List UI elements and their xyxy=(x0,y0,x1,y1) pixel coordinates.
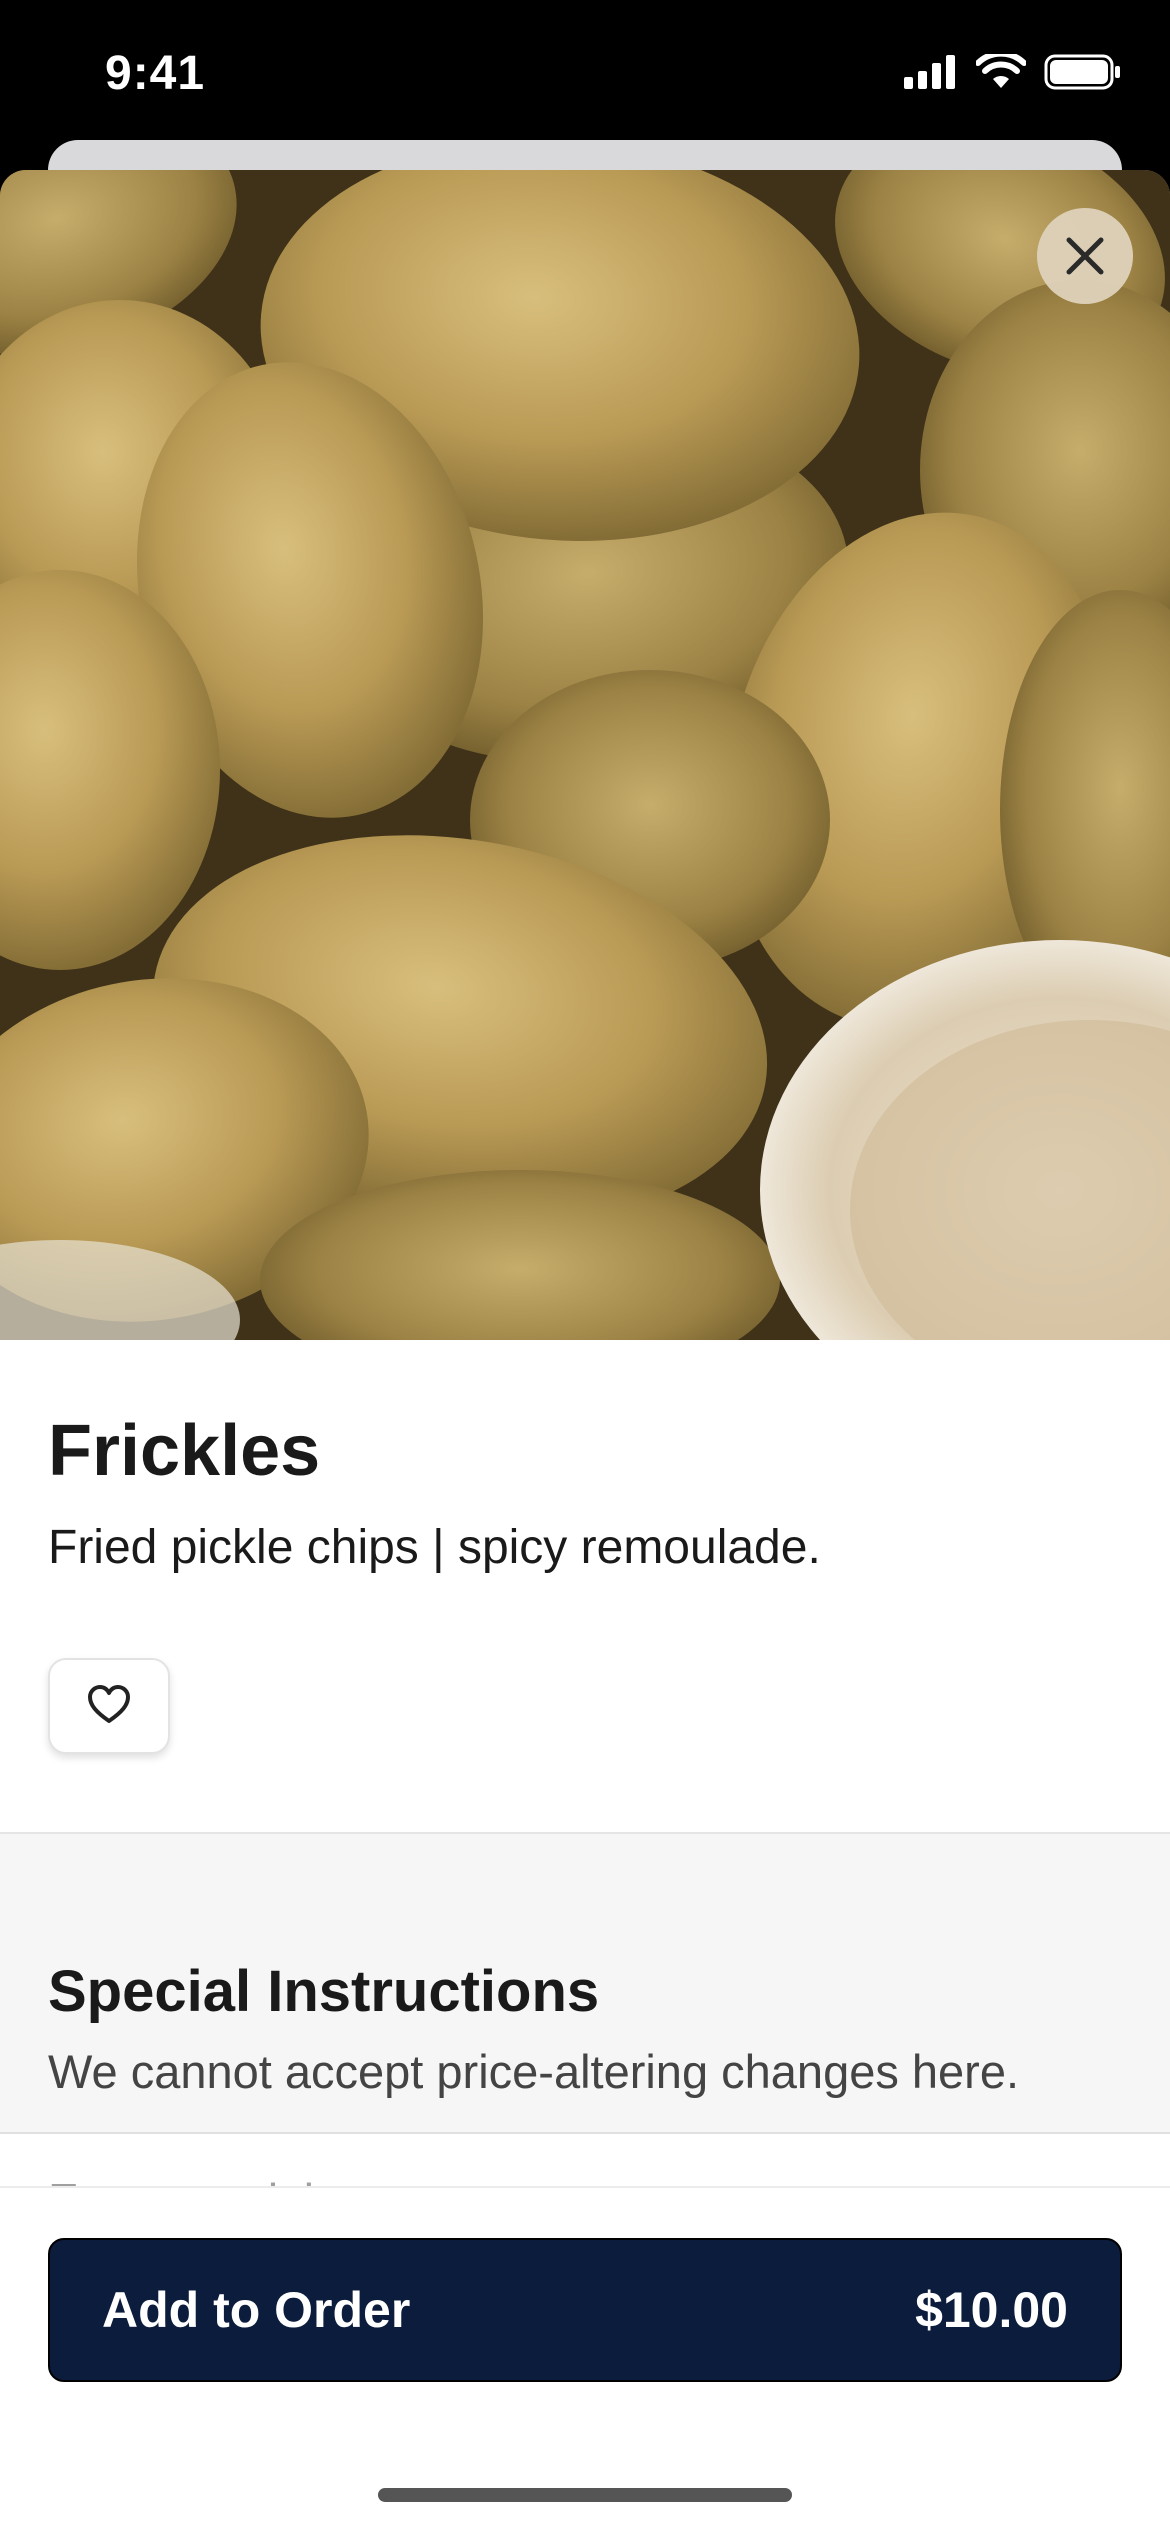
status-icons xyxy=(904,50,1122,95)
bottom-action-bar: Add to Order $10.00 xyxy=(0,2186,1170,2532)
favorite-button[interactable] xyxy=(48,1658,170,1754)
heart-icon xyxy=(86,1683,132,1730)
special-instructions-section: Special Instructions We cannot accept pr… xyxy=(0,1834,1170,2132)
status-time: 9:41 xyxy=(105,47,206,100)
status-bar: 9:41 xyxy=(0,0,1170,150)
wifi-icon xyxy=(975,50,1027,95)
close-icon xyxy=(1064,235,1106,277)
cellular-signal-icon xyxy=(904,55,958,94)
add-to-order-label: Add to Order xyxy=(102,2282,411,2338)
item-name: Frickles xyxy=(48,1411,321,1491)
item-info: Frickles Fried pickle chips | spicy remo… xyxy=(0,1340,1170,1836)
item-photo xyxy=(0,170,1170,1340)
item-description: Fried pickle chips | spicy remoulade. xyxy=(48,1521,821,1574)
section-divider xyxy=(0,2132,1170,2134)
item-detail-sheet: Frickles Fried pickle chips | spicy remo… xyxy=(0,170,1170,2532)
special-instructions-subtitle: We cannot accept price-altering changes … xyxy=(48,2045,1020,2098)
battery-icon xyxy=(1044,54,1122,95)
close-button[interactable] xyxy=(1037,208,1133,304)
add-to-order-button[interactable]: Add to Order $10.00 xyxy=(48,2238,1122,2382)
item-image xyxy=(0,170,1170,1340)
order-price: $10.00 xyxy=(915,2282,1068,2338)
home-indicator xyxy=(378,2488,792,2502)
special-instructions-title: Special Instructions xyxy=(48,1959,600,2024)
